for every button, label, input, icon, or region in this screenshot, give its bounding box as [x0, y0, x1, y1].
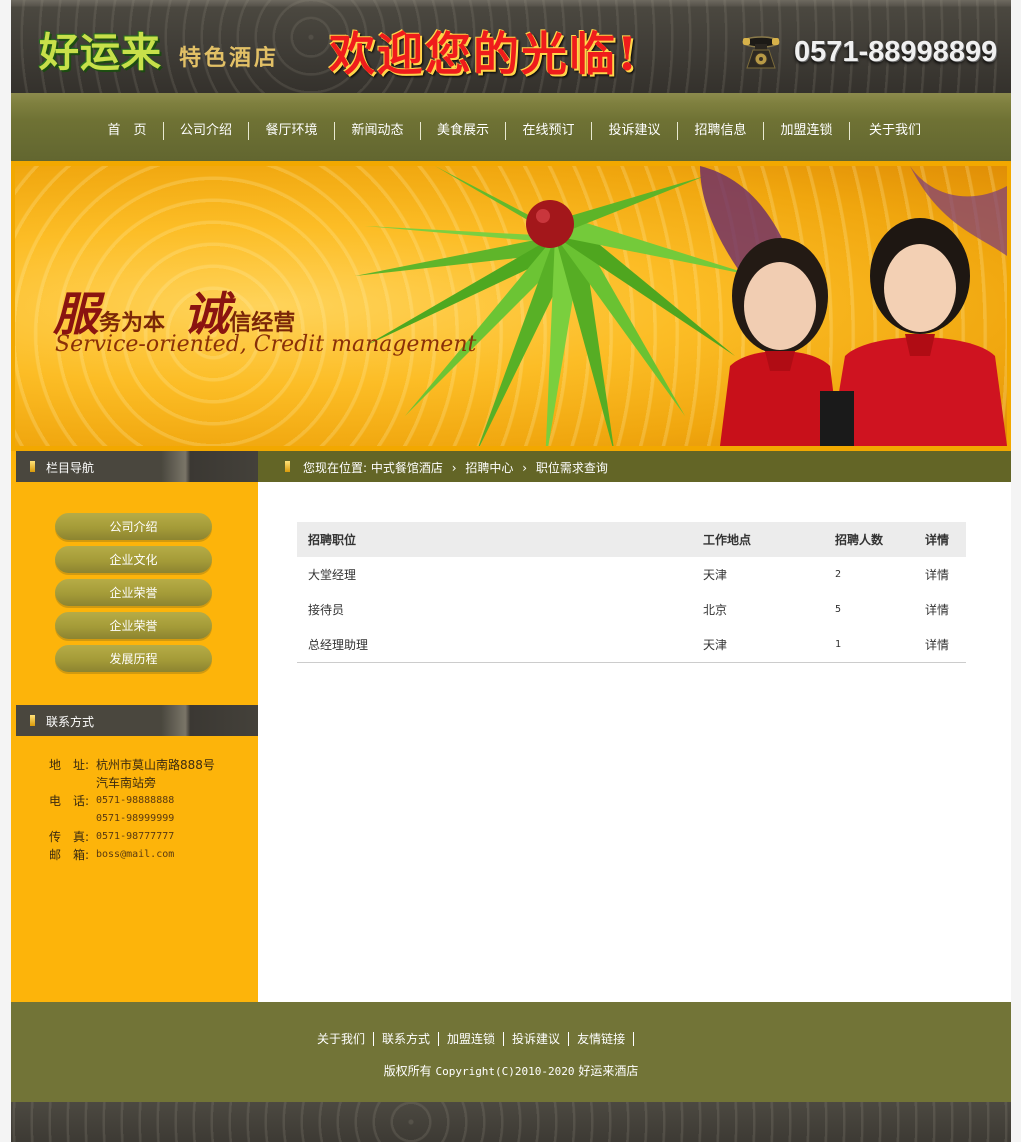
- job-count: 5: [835, 604, 842, 615]
- sidebar-nav-title: 栏目导航: [46, 461, 95, 475]
- contact-phone-row: 电 话: 0571-98888888: [49, 792, 254, 810]
- sidebar-contact-header: 联系方式: [16, 705, 258, 736]
- sidebar-button-honors-2[interactable]: 企业荣誉: [55, 612, 212, 639]
- main-nav: 首 页 公司介绍 餐厅环境 新闻动态 美食展示 在线预订 投诉建议 招聘信息 加…: [11, 93, 1011, 162]
- copyright-prefix: 版权所有: [383, 1064, 432, 1078]
- nav-item-complaints[interactable]: 投诉建议: [592, 122, 678, 140]
- breadcrumb-bar: 您现在位置: 中式餐馆酒店 › 招聘中心 › 职位需求查询: [258, 451, 1011, 482]
- contact-fax-row: 传 真: 0571-98777777: [49, 828, 254, 846]
- phone-value-2: 0571-98999999: [96, 813, 175, 824]
- breadcrumb-item-restaurant[interactable]: 中式餐馆酒店: [371, 461, 443, 475]
- job-detail-link[interactable]: 详情: [925, 592, 966, 627]
- column-header-title: 招聘职位: [297, 522, 703, 557]
- job-location: 北京: [703, 603, 728, 617]
- job-location: 天津: [703, 627, 835, 663]
- address-value: 杭州市莫山南路888号: [96, 758, 215, 772]
- job-count: 1: [835, 627, 925, 663]
- email-label: 邮 箱:: [49, 848, 90, 862]
- breadcrumb-prefix: 您现在位置:: [303, 461, 368, 475]
- header-phone-number: 0571-88998899: [794, 36, 998, 68]
- fax-label: 传 真:: [49, 830, 90, 844]
- column-header-location: 工作地点: [703, 522, 835, 557]
- breadcrumb-item-jobs[interactable]: 招聘中心: [465, 461, 513, 475]
- phone-label: 电 话:: [49, 794, 90, 808]
- contact-email-row: 邮 箱: boss@mail.com: [49, 846, 254, 864]
- nav-item-about[interactable]: 关于我们: [850, 122, 940, 140]
- copyright: 版权所有 Copyright(C)2010-2020 好运来酒店: [11, 1062, 1011, 1079]
- table-row: 总经理助理 天津 1 详情: [297, 627, 966, 663]
- nav-item-booking[interactable]: 在线预订: [506, 122, 592, 140]
- address-value-2: 汽车南站旁: [96, 776, 157, 790]
- job-count: 2: [835, 569, 842, 580]
- table-row: 大堂经理 天津 2 详情: [297, 557, 966, 592]
- hostess-photo: [700, 166, 1007, 446]
- sidebar-button-culture[interactable]: 企业文化: [55, 546, 212, 573]
- banner-image: 服务为本 诚信经营 Service-oriented, Credit manag…: [15, 166, 1007, 446]
- job-title: 接待员: [308, 603, 345, 617]
- chevron-right-icon: ›: [451, 461, 457, 475]
- table-row: 接待员 北京 5 详情: [297, 592, 966, 627]
- footer-link-franchise[interactable]: 加盟连锁: [439, 1032, 505, 1046]
- column-header-detail: 详情: [925, 522, 966, 557]
- copyright-owner: 好运来酒店: [578, 1064, 639, 1078]
- nav-item-news[interactable]: 新闻动态: [335, 122, 421, 140]
- footer-links: 关于我们 联系方式 加盟连锁 投诉建议 友情链接: [317, 1032, 635, 1046]
- telephone-icon: [742, 36, 780, 69]
- job-location: 天津: [703, 568, 728, 582]
- jobs-table: 招聘职位 工作地点 招聘人数 详情 大堂经理 天津 2 详情 接待员 北京 5 …: [297, 522, 966, 663]
- bullet-icon: [30, 715, 35, 726]
- footer: 关于我们 联系方式 加盟连锁 投诉建议 友情链接 版权所有 Copyright(…: [11, 1002, 1011, 1102]
- contact-info: 地 址: 杭州市莫山南路888号 汽车南站旁 电 话: 0571-9888888…: [49, 756, 254, 864]
- footer-link-contact[interactable]: 联系方式: [374, 1032, 440, 1046]
- nav-item-environment[interactable]: 餐厅环境: [249, 122, 335, 140]
- sidebar-contact-title: 联系方式: [46, 715, 95, 729]
- contact-phone-row-2: 0571-98999999: [49, 810, 254, 828]
- footer-link-complaints[interactable]: 投诉建议: [504, 1032, 570, 1046]
- nav-item-franchise[interactable]: 加盟连锁: [764, 122, 850, 140]
- phone-value-1: 0571-98888888: [96, 795, 175, 806]
- contact-address-row-2: 汽车南站旁: [49, 774, 254, 792]
- breadcrumb: 您现在位置: 中式餐馆酒店 › 招聘中心 › 职位需求查询: [303, 459, 608, 476]
- nav-item-company[interactable]: 公司介绍: [164, 122, 249, 140]
- bottom-strip: [11, 1102, 1011, 1142]
- chevron-right-icon: ›: [522, 461, 528, 475]
- sidebar-nav-header: 栏目导航: [16, 451, 258, 482]
- bullet-icon: [30, 461, 35, 472]
- address-label: 地 址:: [49, 758, 90, 772]
- footer-link-friends[interactable]: 友情链接: [569, 1032, 635, 1046]
- slogan-english: Service-oriented, Credit management: [55, 332, 477, 357]
- job-title: 总经理助理: [297, 627, 703, 663]
- email-value[interactable]: boss@mail.com: [96, 846, 174, 864]
- job-detail-link[interactable]: 详情: [925, 557, 966, 592]
- welcome-banner-text: 欢迎您的光临!: [329, 27, 640, 81]
- sidebar: 栏目导航 公司介绍 企业文化 企业荣誉 企业荣誉 发展历程 联系方式 地 址: …: [11, 451, 258, 1002]
- sidebar-button-honors[interactable]: 企业荣誉: [55, 579, 212, 606]
- contact-address-row: 地 址: 杭州市莫山南路888号: [49, 756, 254, 774]
- nav-item-home[interactable]: 首 页: [91, 122, 164, 140]
- table-header-row: 招聘职位 工作地点 招聘人数 详情: [297, 522, 966, 557]
- bullet-icon: [285, 461, 290, 472]
- nav-item-jobs[interactable]: 招聘信息: [678, 122, 764, 140]
- column-header-count: 招聘人数: [835, 522, 925, 557]
- sidebar-button-history[interactable]: 发展历程: [55, 645, 212, 672]
- footer-link-about[interactable]: 关于我们: [317, 1032, 375, 1046]
- job-title: 大堂经理: [308, 568, 357, 582]
- job-detail-link[interactable]: 详情: [925, 627, 966, 663]
- breadcrumb-item-current: 职位需求查询: [535, 461, 608, 475]
- logo[interactable]: 好运来: [39, 20, 162, 78]
- logo-subtitle: 特色酒店: [179, 45, 280, 71]
- sidebar-button-company[interactable]: 公司介绍: [55, 513, 212, 540]
- nav-item-food[interactable]: 美食展示: [421, 122, 506, 140]
- header: 好运来 特色酒店 欢迎您的光临! 0571-88998899: [11, 0, 1011, 93]
- nav-list: 首 页 公司介绍 餐厅环境 新闻动态 美食展示 在线预订 投诉建议 招聘信息 加…: [91, 122, 940, 140]
- banner: 服务为本 诚信经营 Service-oriented, Credit manag…: [11, 161, 1011, 451]
- copyright-years: Copyright(C)2010-2020: [435, 1065, 575, 1078]
- page: 好运来 特色酒店 欢迎您的光临! 0571-88998899 首 页 公司介绍 …: [11, 0, 1011, 1142]
- fax-value: 0571-98777777: [96, 831, 175, 842]
